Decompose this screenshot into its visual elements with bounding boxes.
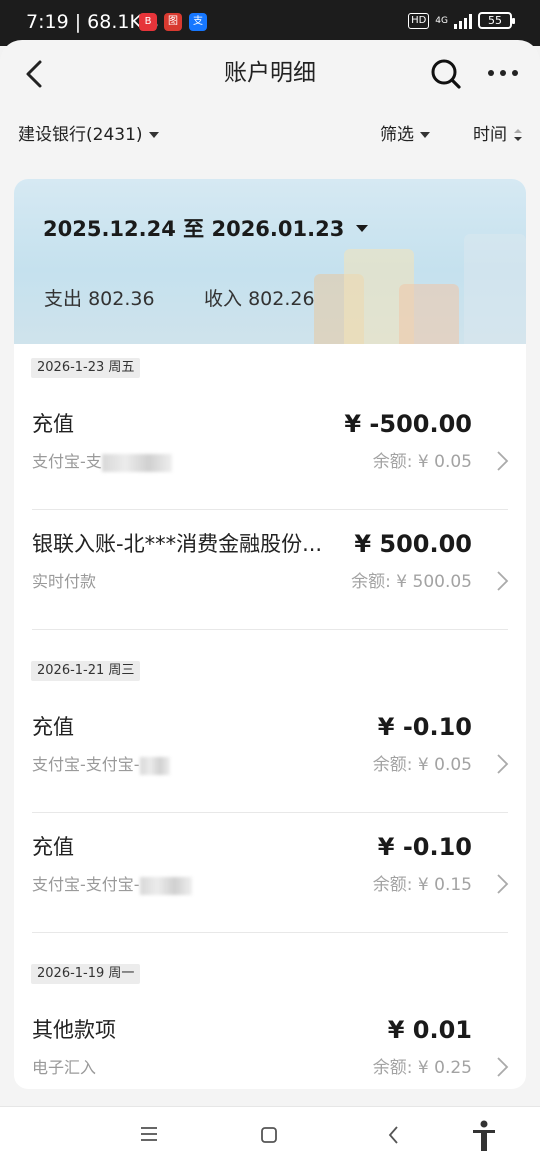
time-sort-label: 时间	[473, 125, 507, 145]
date-range-text: 2025.12.24 至 2026.01.23	[43, 217, 345, 241]
hd-badge: HD	[408, 12, 430, 29]
chevron-right-icon	[497, 571, 509, 591]
transaction-balance: 余额: ¥ 500.05	[351, 572, 472, 592]
chevron-right-icon	[497, 451, 509, 471]
redaction-mask	[139, 756, 170, 775]
transaction-amount: ¥ -500.00	[344, 410, 472, 438]
transaction-row[interactable]: 充值 ¥ -0.10 支付宝-支付宝- 余额: ¥ 0.15	[14, 832, 526, 952]
network-type: 4G	[435, 15, 448, 26]
chevron-right-icon	[497, 874, 509, 894]
date-tag: 2026-1-23 周五	[31, 358, 141, 378]
account-filter[interactable]: 建设银行(2431)	[18, 124, 159, 146]
divider	[32, 509, 508, 510]
menu-lines-icon[interactable]	[139, 1124, 159, 1144]
income-summary: 收入 802.26	[204, 284, 315, 311]
screen-filter-label: 筛选	[380, 125, 414, 145]
transaction-amount: ¥ 0.01	[387, 1016, 472, 1044]
transaction-subtitle: 支付宝-支	[32, 451, 172, 473]
chevron-down-icon	[420, 132, 430, 138]
transaction-amount: ¥ -0.10	[377, 713, 472, 741]
status-indicators: HD 4G 55	[408, 12, 515, 29]
transaction-balance: 余额: ¥ 0.15	[372, 875, 472, 895]
chevron-down-icon	[148, 132, 159, 138]
transaction-balance: 余额: ¥ 0.25	[372, 1058, 472, 1078]
date-tag: 2026-1-19 周一	[31, 964, 141, 984]
transaction-row[interactable]: 其他款项 ¥ 0.01 电子汇入 余额: ¥ 0.25	[14, 1015, 526, 1089]
transaction-row[interactable]: 充值 ¥ -0.10 支付宝-支付宝- 余额: ¥ 0.05	[14, 712, 526, 832]
date-tag: 2026-1-21 周三	[31, 661, 141, 681]
transaction-row[interactable]: 充值 ¥ -500.00 支付宝-支 余额: ¥ 0.05	[14, 409, 526, 529]
transaction-amount: ¥ 500.00	[354, 530, 472, 558]
income-value: 802.26	[248, 288, 315, 310]
divider	[32, 812, 508, 813]
transaction-subtitle: 实时付款	[32, 572, 97, 591]
news-app-icon: 图	[164, 13, 182, 31]
divider	[32, 629, 508, 630]
search-icon[interactable]	[430, 58, 462, 90]
transaction-subtitle: 支付宝-支付宝-	[32, 754, 170, 776]
transaction-title: 银联入账-北***消费金融股份...	[32, 532, 323, 556]
transactions-card: 2025.12.24 至 2026.01.23 支出 802.36 收入 802…	[14, 179, 526, 1089]
transaction-title: 其他款项	[32, 1018, 116, 1042]
chevron-right-icon	[497, 1057, 509, 1077]
divider	[32, 932, 508, 933]
date-range-selector[interactable]: 2025.12.24 至 2026.01.23	[43, 213, 369, 243]
sort-icon	[514, 129, 522, 141]
screen-filter[interactable]: 筛选	[380, 124, 430, 146]
transaction-title: 充值	[32, 412, 74, 436]
transaction-subtitle: 电子汇入	[32, 1058, 97, 1077]
signal-icon	[454, 13, 472, 29]
redaction-mask	[101, 453, 172, 472]
summary-banner: 2025.12.24 至 2026.01.23 支出 802.36 收入 802…	[14, 179, 526, 344]
transaction-row[interactable]: 银联入账-北***消费金融股份... ¥ 500.00 实时付款 余额: ¥ 5…	[14, 529, 526, 649]
bilibili-app-icon: B	[139, 13, 157, 31]
nav-back-icon[interactable]	[384, 1124, 404, 1146]
banner-decoration	[464, 234, 526, 344]
transaction-balance: 余额: ¥ 0.05	[372, 452, 472, 472]
account-filter-label: 建设银行(2431)	[18, 125, 143, 145]
more-dots-icon[interactable]	[487, 64, 519, 82]
chevron-down-icon	[356, 224, 369, 232]
banner-decoration	[399, 284, 459, 344]
battery-icon: 55	[478, 12, 515, 29]
transaction-amount: ¥ -0.10	[377, 833, 472, 861]
redaction-mask	[139, 876, 192, 895]
expense-value: 802.36	[88, 288, 155, 310]
transaction-title: 充值	[32, 715, 74, 739]
accessibility-icon[interactable]	[469, 1119, 499, 1153]
chevron-right-icon	[497, 754, 509, 774]
transaction-subtitle: 支付宝-支付宝-	[32, 874, 192, 896]
expense-label: 支出	[44, 288, 83, 310]
expense-summary: 支出 802.36	[44, 284, 155, 311]
transaction-title: 充值	[32, 835, 74, 859]
time-sort[interactable]: 时间	[473, 124, 523, 146]
transaction-balance: 余额: ¥ 0.05	[372, 755, 472, 775]
income-label: 收入	[204, 288, 243, 310]
home-square-icon[interactable]	[259, 1125, 279, 1145]
alipay-app-icon: 支	[189, 13, 207, 31]
